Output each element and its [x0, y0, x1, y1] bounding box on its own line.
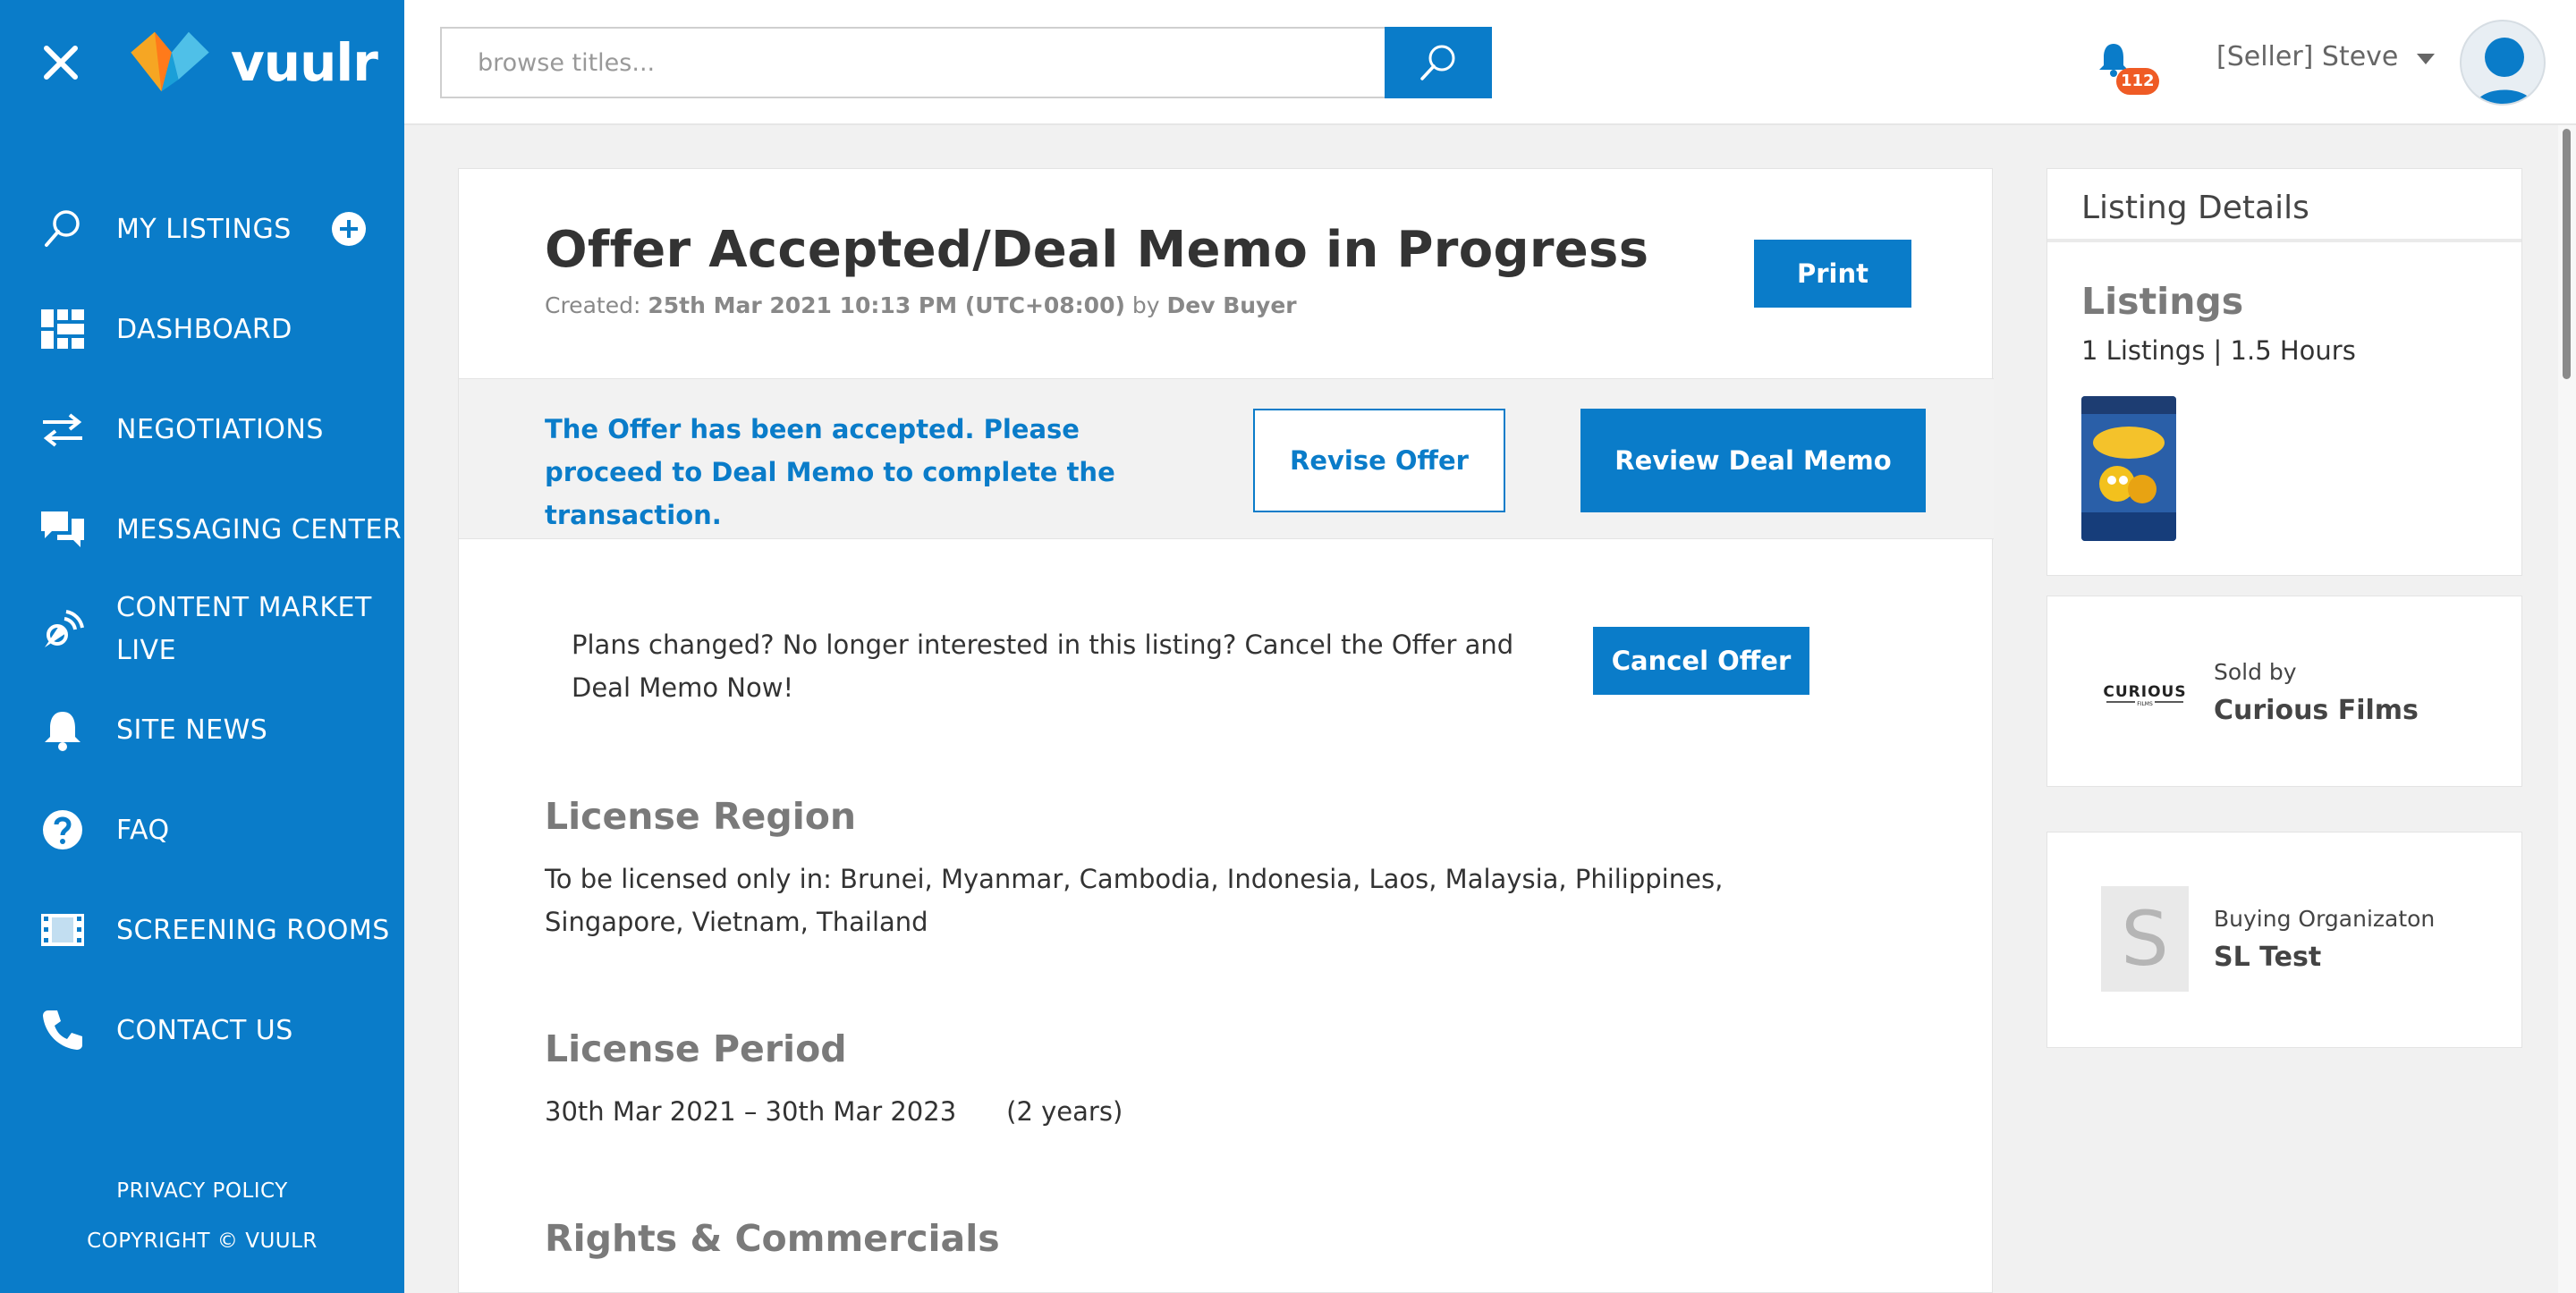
created-date: 25th Mar 2021 10:13 PM (UTC+08:00)	[648, 292, 1125, 318]
sidebar-item-label: DASHBOARD	[116, 313, 292, 345]
user-menu-label[interactable]: [Seller] Steve	[2216, 41, 2398, 72]
license-period-text: 30th Mar 2021 – 30th Mar 2023 (2 years)	[545, 1090, 1797, 1133]
page-scrollbar[interactable]	[2558, 125, 2576, 1293]
review-deal-memo-button[interactable]: Review Deal Memo	[1580, 409, 1926, 512]
arrows-icon	[39, 406, 86, 452]
created-info: Created: 25th Mar 2021 10:13 PM (UTC+08:…	[545, 292, 1297, 318]
search-icon	[39, 206, 86, 252]
film-icon	[39, 907, 86, 953]
license-period-range: 30th Mar 2021 – 30th Mar 2023	[545, 1096, 957, 1127]
vuulr-logo-mark-icon	[131, 31, 209, 92]
sidebar-item-faq[interactable]: FAQ	[0, 780, 404, 880]
sidebar-item-label: CONTACT US	[116, 1014, 293, 1046]
sidebar-nav: MY LISTINGS DASHBOARD NEGOTIATIONS MESSA…	[0, 179, 404, 1080]
sidebar-item-label: CONTENT MARKET LIVE	[116, 592, 372, 666]
buyer-avatar: S	[2101, 886, 2189, 992]
seller-label: Sold by	[2214, 659, 2297, 685]
sidebar-item-contact-us[interactable]: CONTACT US	[0, 980, 404, 1080]
curious-films-logo: CURIOUS FILMS	[2103, 673, 2187, 716]
print-button[interactable]: Print	[1754, 240, 1911, 308]
search-icon	[1420, 45, 1455, 80]
bell-icon	[39, 706, 86, 753]
top-header: 112 [Seller] Steve	[404, 0, 2576, 125]
search-input[interactable]	[440, 27, 1385, 98]
avatar[interactable]	[2460, 20, 2546, 106]
license-period-heading: License Period	[545, 1027, 847, 1070]
phone-icon	[39, 1007, 86, 1053]
sidebar-item-site-news[interactable]: SITE NEWS	[0, 680, 404, 780]
search-button[interactable]	[1385, 27, 1492, 98]
buyer-label: Buying Organizaton	[2214, 906, 2436, 932]
sidebar: vuulr MY LISTINGS DASHBOARD NEGOTIATIONS…	[0, 0, 404, 1293]
sidebar-footer: PRIVACY POLICY COPYRIGHT © VUULR	[0, 1166, 404, 1266]
notification-badge: 112	[2116, 68, 2159, 95]
sidebar-item-messaging-center[interactable]: MESSAGING CENTER	[0, 479, 404, 579]
rights-commercials-heading: Rights & Commercials	[545, 1217, 1000, 1260]
buyer-name: SL Test	[2214, 942, 2322, 973]
app-root: vuulr MY LISTINGS DASHBOARD NEGOTIATIONS…	[0, 0, 2576, 1293]
add-listing-icon[interactable]	[331, 211, 367, 247]
created-label: Created:	[545, 292, 641, 318]
offer-accepted-banner: The Offer has been accepted. Please proc…	[459, 378, 1994, 539]
license-region-heading: License Region	[545, 795, 857, 838]
by-label: by	[1131, 292, 1160, 318]
dashboard-icon	[39, 306, 86, 352]
sidebar-item-label: SITE NEWS	[116, 714, 268, 746]
sidebar-item-label: NEGOTIATIONS	[116, 413, 324, 445]
close-icon[interactable]	[39, 41, 82, 84]
privacy-policy-link[interactable]: PRIVACY POLICY	[0, 1166, 404, 1216]
listings-summary: 1 Listings | 1.5 Hours	[2081, 335, 2356, 366]
scrollbar-thumb[interactable]	[2563, 129, 2571, 379]
listings-heading: Listings	[2081, 280, 2244, 323]
sidebar-item-screening-rooms[interactable]: SCREENING ROOMS	[0, 880, 404, 980]
sidebar-item-label: MESSAGING CENTER	[116, 513, 402, 545]
svg-text:CURIOUS: CURIOUS	[2103, 683, 2186, 701]
offer-card: Offer Accepted/Deal Memo in Progress Cre…	[458, 168, 1994, 1293]
accepted-message: The Offer has been accepted. Please proc…	[545, 414, 1115, 530]
sidebar-item-content-market-live[interactable]: CONTENT MARKET LIVE	[0, 579, 404, 680]
listing-poster-thumbnail[interactable]	[2081, 396, 2176, 541]
sidebar-item-label: FAQ	[116, 814, 170, 846]
page-title: Offer Accepted/Deal Memo in Progress	[545, 221, 1649, 279]
listing-details-panel: Listing Details Listings 1 Listings | 1.…	[2046, 168, 2522, 576]
broadcast-icon	[39, 606, 86, 653]
seller-panel: CURIOUS FILMS Sold by Curious Films	[2046, 596, 2522, 787]
question-icon	[39, 807, 86, 853]
cancel-prompt: Plans changed? No longer interested in t…	[572, 630, 1514, 703]
sidebar-item-label: MY LISTINGS	[116, 213, 292, 245]
license-period-duration: (2 years)	[1006, 1096, 1123, 1127]
revise-offer-button[interactable]: Revise Offer	[1253, 409, 1505, 512]
license-region-text: To be licensed only in: Brunei, Myanmar,…	[545, 864, 1724, 937]
buyer-panel: S Buying Organizaton SL Test	[2046, 832, 2522, 1048]
vuulr-logo[interactable]: vuulr	[125, 27, 385, 98]
sidebar-item-my-listings[interactable]: MY LISTINGS	[0, 179, 404, 279]
brand-name: vuulr	[231, 32, 378, 93]
seller-name[interactable]: Curious Films	[2214, 695, 2419, 726]
notifications-button[interactable]: 112	[2097, 41, 2159, 95]
sidebar-item-label: SCREENING ROOMS	[116, 914, 390, 946]
listing-details-heading: Listing Details	[2047, 169, 2521, 242]
user-avatar-icon	[2475, 38, 2534, 104]
sidebar-item-negotiations[interactable]: NEGOTIATIONS	[0, 379, 404, 479]
poster-image-icon	[2081, 396, 2176, 541]
svg-text:FILMS: FILMS	[2137, 701, 2153, 707]
created-by: Dev Buyer	[1166, 292, 1297, 318]
copyright-text: COPYRIGHT © VUULR	[87, 1230, 318, 1253]
sidebar-item-dashboard[interactable]: DASHBOARD	[0, 279, 404, 379]
cancel-offer-button[interactable]: Cancel Offer	[1593, 627, 1809, 695]
search-bar	[440, 27, 1492, 98]
chevron-down-icon[interactable]	[2417, 54, 2435, 64]
chat-icon	[39, 506, 86, 553]
